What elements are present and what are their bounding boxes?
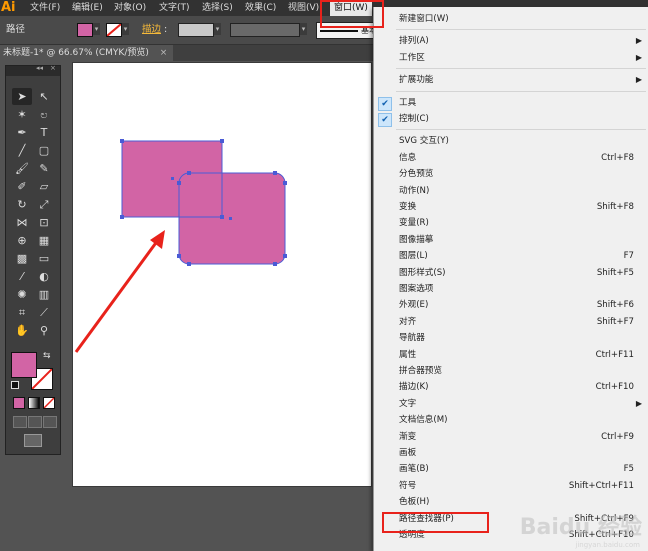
menu-item-label: 扩展功能 <box>399 75 434 86</box>
menu-item[interactable]: 动作(N) <box>374 183 648 199</box>
menu-item-shortcut: Shift+Ctrl+F11 <box>568 480 634 491</box>
menu-item-label: 动作(N) <box>399 185 430 196</box>
window-menu-highlight <box>320 0 384 28</box>
menu-item-shortcut: Shift+F7 <box>596 316 634 327</box>
menu-item-label: 新建窗口(W) <box>399 14 449 24</box>
menu-item[interactable]: 图像描摹 <box>374 232 648 248</box>
menu-item-shortcut: Shift+F8 <box>596 202 634 212</box>
menu-item[interactable]: 变换 Shift+F8 <box>374 199 648 215</box>
menu-item-shortcut: Ctrl+F10 <box>595 382 634 393</box>
menu-item-label: 属性 <box>399 349 417 360</box>
menu-item[interactable]: 色板(H) <box>374 494 648 510</box>
menu-item[interactable]: 图案选项 <box>374 281 648 297</box>
menu-item[interactable]: 画笔(B) F5 <box>374 461 648 477</box>
menu-item[interactable]: 渐变 Ctrl+F9 <box>374 429 648 445</box>
menu-item-label: 拼合器预览 <box>399 366 442 376</box>
menu-item-label: 导航器 <box>399 333 425 344</box>
menu-item-label: 排列(A) <box>399 36 429 47</box>
menu-item-label: 控制(C) <box>399 114 429 124</box>
menu-item[interactable]: 导航器 <box>374 330 648 346</box>
menu-item[interactable]: 文档信息(M) <box>374 412 648 428</box>
menu-item-label: 文档信息(M) <box>399 415 448 426</box>
menu-item-label: 工具 <box>399 97 417 108</box>
window-menu: 新建窗口(W) 排列(A) ▶ 工作区 ▶ 扩展功能 ▶ ✔ 工具 ✔ 控制(C) SVG 交互(Y)… <box>373 7 648 551</box>
menu-item-label: 文字 <box>399 398 417 409</box>
menu-item-label: 图形样式(S) <box>399 267 446 278</box>
menu-item[interactable]: 变量(R) <box>374 215 648 231</box>
menu-item-label: 对齐 <box>399 316 417 327</box>
menu-item[interactable]: 拼合器预览 <box>374 363 648 379</box>
menu-item[interactable]: 文字 ▶ <box>374 396 648 412</box>
menu-item-shortcut: Shift+F6 <box>596 300 634 311</box>
pathfinder-highlight <box>382 512 489 533</box>
menu-separator <box>396 90 646 92</box>
menu-item[interactable]: ✔ 工具 <box>374 95 648 111</box>
menu-item-label: 画笔(B) <box>399 464 429 475</box>
menu-separator <box>396 129 646 131</box>
menu-item[interactable]: 画板 <box>374 445 648 461</box>
menu-item-label: 画板 <box>399 448 417 458</box>
menu-item-label: 变换 <box>399 202 417 212</box>
menu-item-label: 图案选项 <box>399 284 434 294</box>
menu-separator <box>396 68 646 70</box>
menu-item[interactable]: 新建窗口(W) <box>374 11 648 27</box>
submenu-arrow-icon: ▶ <box>635 398 642 408</box>
menu-item[interactable]: 图层(L) F7 <box>374 248 648 264</box>
submenu-arrow-icon: ▶ <box>635 75 642 85</box>
menu-item-label: 分色预览 <box>399 169 434 180</box>
menu-item[interactable]: 外观(E) Shift+F6 <box>374 297 648 313</box>
menu-item-shortcut: F5 <box>623 464 634 475</box>
menu-item-label: 渐变 <box>399 431 417 442</box>
checkmark-icon: ✔ <box>378 96 392 111</box>
watermark-url: jingyan.baidu.com <box>575 541 640 549</box>
menu-separator <box>396 29 646 31</box>
menu-item-shortcut: F7 <box>623 251 634 262</box>
menu-item-shortcut: Ctrl+F11 <box>595 349 634 360</box>
submenu-arrow-icon: ▶ <box>635 36 642 46</box>
menu-item-label: 变量(R) <box>399 218 429 229</box>
menu-item[interactable]: 扩展功能 ▶ <box>374 72 648 88</box>
menu-item[interactable]: 对齐 Shift+F7 <box>374 314 648 330</box>
checkmark-icon: ✔ <box>378 113 392 127</box>
menu-item[interactable]: 属性 Ctrl+F11 <box>374 347 648 363</box>
menu-item-label: 图像描摹 <box>399 234 434 245</box>
menu-item-label: 工作区 <box>399 52 425 63</box>
menu-item[interactable]: 图形样式(S) Shift+F5 <box>374 265 648 281</box>
menu-item-label: SVG 交互(Y) <box>399 136 449 147</box>
submenu-arrow-icon: ▶ <box>635 52 642 62</box>
menu-item-shortcut: Shift+F5 <box>596 267 634 278</box>
menu-item-label: 信息 <box>399 152 417 163</box>
red-arrow-shaft <box>74 239 160 353</box>
menu-item[interactable]: 分色预览 <box>374 166 648 182</box>
menu-item[interactable]: 符号 Shift+Ctrl+F11 <box>374 478 648 494</box>
menu-item-shortcut: Ctrl+F9 <box>601 431 634 442</box>
menu-item-label: 色板(H) <box>399 497 430 508</box>
menu-item[interactable]: 排列(A) ▶ <box>374 33 648 49</box>
watermark: Baidu 经验 <box>519 515 642 540</box>
menu-item-label: 图层(L) <box>399 251 428 262</box>
menu-item[interactable]: 工作区 ▶ <box>374 50 648 66</box>
menu-item[interactable]: ✔ 控制(C) <box>374 111 648 127</box>
menu-item[interactable]: 信息 Ctrl+F8 <box>374 150 648 166</box>
menu-item-shortcut: Ctrl+F8 <box>601 152 634 163</box>
menu-item-label: 描边(K) <box>399 382 429 393</box>
menu-item[interactable]: SVG 交互(Y) <box>374 133 648 149</box>
menu-item-label: 符号 <box>399 480 417 491</box>
menu-item[interactable]: 描边(K) Ctrl+F10 <box>374 379 648 395</box>
menu-item-label: 外观(E) <box>399 300 429 311</box>
